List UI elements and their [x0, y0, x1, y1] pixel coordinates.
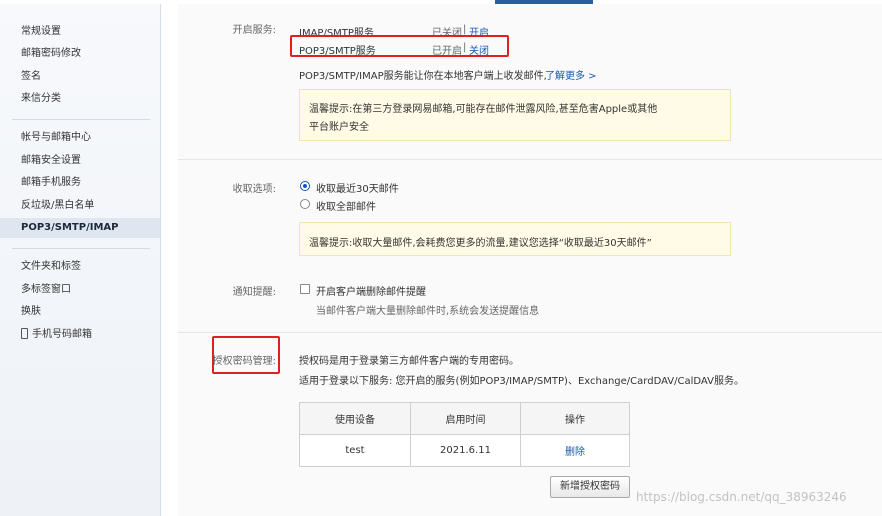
delete-reminder-label[interactable]: 开启客户端删除邮件提醒 — [316, 283, 426, 298]
device-name-cell: test — [299, 434, 411, 467]
receive-tip-box: 温馨提示:收取大量邮件,会耗费您更多的流量,建议您选择“收取最近30天邮件” — [299, 222, 731, 256]
section-divider — [178, 332, 882, 333]
watermark: https://blog.csdn.net/qq_38963246 — [636, 490, 847, 504]
delete-reminder-checkbox[interactable] — [300, 284, 310, 294]
sidebar-divider — [12, 248, 150, 249]
delete-reminder-desc: 当邮件客户端大量删除邮件时,系统会发送提醒信息 — [316, 306, 540, 317]
sidebar-item-skin[interactable]: 换肤 — [0, 302, 160, 322]
table-header-row: 使用设备 启用时间 操作 — [299, 402, 630, 435]
sidebar-item-signature[interactable]: 签名 — [0, 67, 160, 87]
sidebar-item-phone-mailbox[interactable]: 手机号码邮箱 — [0, 325, 160, 345]
receive-recent-radio[interactable] — [300, 181, 310, 191]
auth-services-description: 适用于登录以下服务: 您开启的服务(例如POP3/IMAP/SMTP)、Exch… — [299, 376, 744, 387]
column-header-action: 操作 — [520, 402, 630, 435]
sidebar-item-password[interactable]: 邮箱密码修改 — [0, 44, 160, 64]
phone-icon — [21, 328, 28, 339]
delete-link[interactable]: 删除 — [565, 447, 585, 458]
table-row: test 2021.6.11 删除 — [299, 434, 630, 467]
security-tip-line1: 温馨提示:在第三方登录网易邮箱,可能存在邮件泄露风险,甚至危害Apple或其他 — [309, 104, 658, 115]
services-description: POP3/SMTP/IMAP服务能让你在本地客户端上收发邮件, — [299, 71, 547, 82]
receive-all-radio[interactable] — [300, 199, 310, 209]
section-divider — [178, 159, 882, 160]
add-auth-code-button[interactable]: 新增授权密码 — [550, 476, 630, 498]
sidebar-item-general[interactable]: 常规设置 — [0, 22, 160, 42]
sidebar-item-phone-service[interactable]: 邮箱手机服务 — [0, 173, 160, 193]
highlight-box-auth — [212, 336, 280, 374]
column-header-device: 使用设备 — [299, 402, 411, 435]
sidebar-item-mail-filter[interactable]: 来信分类 — [0, 89, 160, 109]
auth-devices-table: 使用设备 启用时间 操作 test 2021.6.11 删除 — [299, 402, 630, 467]
sidebar-item-label: 手机号码邮箱 — [32, 329, 92, 340]
sidebar-item-folders-tags[interactable]: 文件夹和标签 — [0, 257, 160, 277]
sidebar-item-pop3-smtp-imap[interactable]: POP3/SMTP/IMAP — [0, 218, 160, 238]
learn-more-link[interactable]: 了解更多 > — [545, 67, 597, 82]
receive-options-label: 收取选项: — [232, 184, 276, 195]
action-cell: 删除 — [520, 434, 630, 467]
highlight-box-pop3 — [290, 35, 509, 57]
security-tip-line2: 平台账户安全 — [309, 122, 369, 133]
receive-recent-label[interactable]: 收取最近30天邮件 — [316, 180, 399, 195]
auth-description: 授权码是用于登录第三方邮件客户端的专用密码。 — [299, 356, 519, 367]
receive-all-label[interactable]: 收取全部邮件 — [316, 198, 376, 213]
separator: | — [463, 24, 467, 35]
security-tip-box: 温馨提示:在第三方登录网易邮箱,可能存在邮件泄露风险,甚至危害Apple或其他 … — [299, 89, 731, 141]
sidebar-item-account-center[interactable]: 帐号与邮箱中心 — [0, 128, 160, 148]
notify-label: 通知提醒: — [232, 287, 276, 298]
column-header-date: 启用时间 — [410, 402, 521, 435]
sidebar-item-security[interactable]: 邮箱安全设置 — [0, 151, 160, 171]
receive-tip-text: 温馨提示:收取大量邮件,会耗费您更多的流量,建议您选择“收取最近30天邮件” — [309, 238, 652, 249]
services-label: 开启服务: — [232, 25, 276, 36]
enable-date-cell: 2021.6.11 — [410, 434, 521, 467]
sidebar-divider — [12, 119, 150, 120]
sidebar-item-multi-tab[interactable]: 多标签窗口 — [0, 280, 160, 300]
sidebar-item-antispam[interactable]: 反垃圾/黑白名单 — [0, 196, 160, 216]
